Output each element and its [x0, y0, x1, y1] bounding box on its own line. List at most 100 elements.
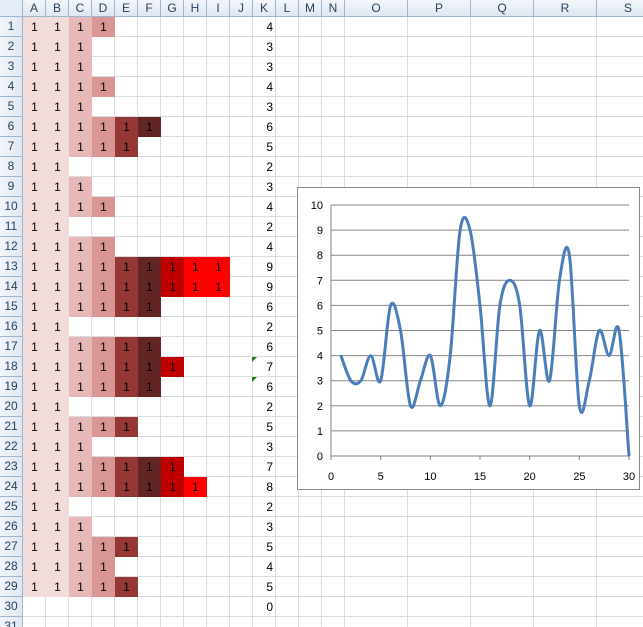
cell-k22[interactable]: 3: [253, 437, 273, 457]
data-point[interactable]: [578, 405, 581, 407]
row-header-4[interactable]: 4: [0, 77, 23, 97]
cell-f24[interactable]: 1: [138, 477, 161, 497]
column-header-j[interactable]: J: [230, 0, 253, 17]
data-point[interactable]: [548, 379, 551, 382]
cell-c13[interactable]: 1: [69, 257, 92, 277]
data-point[interactable]: [588, 379, 591, 382]
cell-b20[interactable]: 1: [46, 397, 69, 417]
data-point[interactable]: [419, 379, 422, 382]
data-point[interactable]: [509, 279, 511, 282]
cell-b3[interactable]: 1: [46, 57, 69, 77]
cell-a2[interactable]: 1: [23, 37, 46, 57]
cell-k25[interactable]: 2: [253, 497, 273, 517]
cell-d4[interactable]: 1: [92, 77, 115, 97]
cell-a10[interactable]: 1: [23, 197, 46, 217]
cell-a13[interactable]: 1: [23, 257, 46, 277]
cell-a15[interactable]: 1: [23, 297, 46, 317]
cell-d29[interactable]: 1: [92, 577, 115, 597]
cell-k8[interactable]: 2: [253, 157, 273, 177]
cell-b25[interactable]: 1: [46, 497, 69, 517]
cell-a9[interactable]: 1: [23, 177, 46, 197]
cell-e19[interactable]: 1: [115, 377, 138, 397]
cell-k14[interactable]: 9: [253, 277, 273, 297]
cell-a23[interactable]: 1: [23, 457, 46, 477]
data-point[interactable]: [538, 329, 541, 332]
cell-a1[interactable]: 1: [23, 17, 46, 37]
cell-e14[interactable]: 1: [115, 277, 138, 297]
cell-k13[interactable]: 9: [253, 257, 273, 277]
cell-k26[interactable]: 3: [253, 517, 273, 537]
cell-a4[interactable]: 1: [23, 77, 46, 97]
cell-k6[interactable]: 6: [253, 117, 273, 137]
row-header-19[interactable]: 19: [0, 377, 23, 397]
column-header-i[interactable]: I: [207, 0, 230, 17]
cell-d10[interactable]: 1: [92, 197, 115, 217]
cell-b28[interactable]: 1: [46, 557, 69, 577]
column-header-n[interactable]: N: [322, 0, 345, 17]
column-header-h[interactable]: H: [184, 0, 207, 17]
cell-e23[interactable]: 1: [115, 457, 138, 477]
cell-d13[interactable]: 1: [92, 257, 115, 277]
row-header-1[interactable]: 1: [0, 17, 23, 37]
cell-a21[interactable]: 1: [23, 417, 46, 437]
cell-d1[interactable]: 1: [92, 17, 115, 37]
column-header-s[interactable]: S: [597, 0, 643, 17]
cell-b18[interactable]: 1: [46, 357, 69, 377]
cell-c4[interactable]: 1: [69, 77, 92, 97]
cell-k17[interactable]: 6: [253, 337, 273, 357]
data-point[interactable]: [518, 304, 521, 307]
row-header-2[interactable]: 2: [0, 37, 23, 57]
cell-b29[interactable]: 1: [46, 577, 69, 597]
row-header-21[interactable]: 21: [0, 417, 23, 437]
cell-a6[interactable]: 1: [23, 117, 46, 137]
column-header-d[interactable]: D: [92, 0, 115, 17]
cell-h24[interactable]: 1: [184, 477, 207, 497]
cell-k30[interactable]: 0: [253, 597, 273, 617]
cell-k29[interactable]: 5: [253, 577, 273, 597]
cell-h14[interactable]: 1: [184, 277, 207, 297]
data-point[interactable]: [429, 354, 432, 357]
row-header-3[interactable]: 3: [0, 57, 23, 77]
cell-d7[interactable]: 1: [92, 137, 115, 157]
cell-a3[interactable]: 1: [23, 57, 46, 77]
cell-e15[interactable]: 1: [115, 297, 138, 317]
cell-g24[interactable]: 1: [161, 477, 184, 497]
row-header-30[interactable]: 30: [0, 597, 23, 617]
cell-c7[interactable]: 1: [69, 137, 92, 157]
cell-f14[interactable]: 1: [138, 277, 161, 297]
cell-b21[interactable]: 1: [46, 417, 69, 437]
cell-a5[interactable]: 1: [23, 97, 46, 117]
cell-b14[interactable]: 1: [46, 277, 69, 297]
data-point[interactable]: [439, 405, 442, 407]
data-point[interactable]: [499, 304, 501, 307]
error-indicator-icon[interactable]: [252, 377, 257, 382]
data-point[interactable]: [618, 329, 620, 332]
cell-b17[interactable]: 1: [46, 337, 69, 357]
data-point[interactable]: [409, 405, 412, 407]
cell-a27[interactable]: 1: [23, 537, 46, 557]
cell-c22[interactable]: 1: [69, 437, 92, 457]
column-header-g[interactable]: G: [161, 0, 184, 17]
cell-k3[interactable]: 3: [253, 57, 273, 77]
select-all-corner[interactable]: [0, 0, 23, 17]
cell-b6[interactable]: 1: [46, 117, 69, 137]
cell-b11[interactable]: 1: [46, 217, 69, 237]
cell-c12[interactable]: 1: [69, 237, 92, 257]
cell-k1[interactable]: 4: [253, 17, 273, 37]
cell-a20[interactable]: 1: [23, 397, 46, 417]
data-point[interactable]: [369, 354, 372, 357]
row-header-24[interactable]: 24: [0, 477, 23, 497]
cell-b27[interactable]: 1: [46, 537, 69, 557]
column-header-e[interactable]: E: [115, 0, 138, 17]
row-header-28[interactable]: 28: [0, 557, 23, 577]
cell-f18[interactable]: 1: [138, 357, 161, 377]
cell-b22[interactable]: 1: [46, 437, 69, 457]
cell-d23[interactable]: 1: [92, 457, 115, 477]
cell-c3[interactable]: 1: [69, 57, 92, 77]
cell-c27[interactable]: 1: [69, 537, 92, 557]
cell-e7[interactable]: 1: [115, 137, 138, 157]
row-header-10[interactable]: 10: [0, 197, 23, 217]
cell-k12[interactable]: 4: [253, 237, 273, 257]
data-point[interactable]: [608, 354, 610, 357]
data-point[interactable]: [459, 229, 461, 231]
